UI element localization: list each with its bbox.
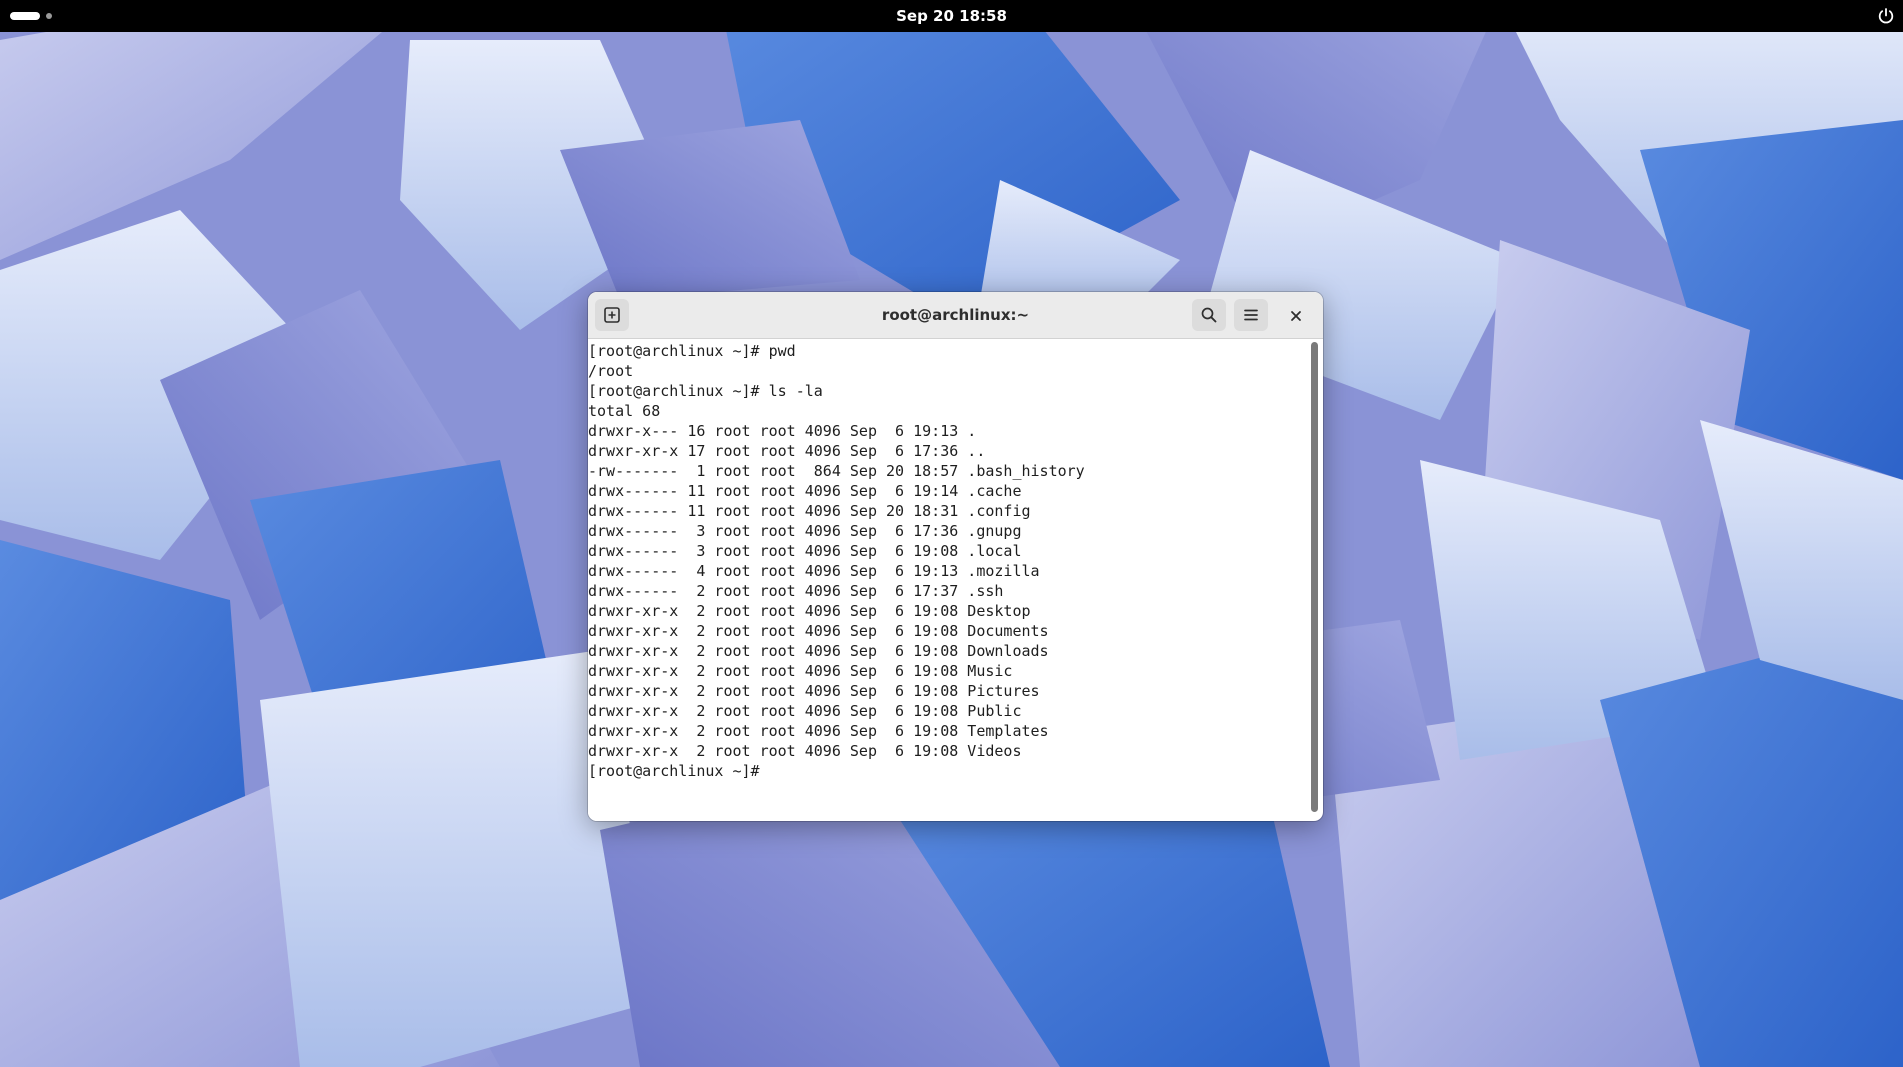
text-cursor [769, 762, 778, 779]
terminal-line: -rw------- 1 root root 864 Sep 20 18:57 … [588, 462, 1085, 480]
close-icon [1291, 311, 1301, 321]
hamburger-menu-icon [1244, 309, 1258, 321]
main-menu-button[interactable] [1234, 299, 1268, 331]
close-button[interactable] [1284, 304, 1308, 328]
terminal-prompt: [root@archlinux ~]# [588, 762, 769, 780]
workspace-dot-icon [46, 13, 52, 19]
search-button[interactable] [1192, 299, 1226, 331]
terminal-line: drwxr-xr-x 2 root root 4096 Sep 6 19:08 … [588, 602, 1031, 620]
terminal-line: /root [588, 362, 634, 380]
terminal-line: drwxr-x--- 16 root root 4096 Sep 6 19:13… [588, 422, 977, 440]
terminal-text: [root@archlinux ~]# pwd/root [root@archli… [588, 339, 1308, 781]
clock-container: Sep 20 18:58 [0, 0, 1903, 32]
terminal-line: drwx------ 11 root root 4096 Sep 20 18:3… [588, 502, 1031, 520]
terminal-line: total 68 [588, 402, 661, 420]
terminal-line: drwxr-xr-x 2 root root 4096 Sep 6 19:08 … [588, 702, 1022, 720]
terminal-line: [root@archlinux ~]# pwd [588, 342, 796, 360]
workspace-indicator-icon [10, 12, 40, 20]
terminal-line: drwxr-xr-x 2 root root 4096 Sep 6 19:08 … [588, 662, 1013, 680]
terminal-line: [root@archlinux ~]# ls -la [588, 382, 823, 400]
terminal-line: drwx------ 3 root root 4096 Sep 6 17:36 … [588, 522, 1022, 540]
terminal-line: drwx------ 2 root root 4096 Sep 6 17:37 … [588, 582, 1004, 600]
new-tab-icon [604, 307, 620, 323]
terminal-line: drwxr-xr-x 2 root root 4096 Sep 6 19:08 … [588, 622, 1049, 640]
terminal-line: drwx------ 11 root root 4096 Sep 6 19:14… [588, 482, 1022, 500]
date-time[interactable]: Sep 20 18:58 [896, 7, 1007, 25]
terminal-output[interactable]: [root@archlinux ~]# pwd/root [root@archli… [588, 339, 1308, 821]
terminal-line: drwxr-xr-x 2 root root 4096 Sep 6 19:08 … [588, 722, 1049, 740]
terminal-scrollbar[interactable] [1311, 342, 1318, 812]
terminal-line: drwxr-xr-x 2 root root 4096 Sep 6 19:08 … [588, 642, 1049, 660]
top-bar: Sep 20 18:58 [0, 0, 1903, 32]
terminal-window: root@archlinux:~ [root@archlinux ~]# pwd… [588, 292, 1323, 821]
terminal-line: drwxr-xr-x 17 root root 4096 Sep 6 17:36… [588, 442, 986, 460]
search-icon [1201, 307, 1217, 323]
window-title: root@archlinux:~ [881, 306, 1030, 324]
header-bar[interactable]: root@archlinux:~ [588, 292, 1323, 339]
terminal-line: drwxr-xr-x 2 root root 4096 Sep 6 19:08 … [588, 682, 1040, 700]
terminal-line: drwx------ 3 root root 4096 Sep 6 19:08 … [588, 542, 1022, 560]
power-icon[interactable] [1877, 7, 1895, 25]
new-tab-button[interactable] [595, 299, 629, 331]
terminal-line: drwxr-xr-x 2 root root 4096 Sep 6 19:08 … [588, 742, 1022, 760]
terminal-prompt-line: [root@archlinux ~]# [588, 761, 1308, 781]
terminal-line: drwx------ 4 root root 4096 Sep 6 19:13 … [588, 562, 1040, 580]
activities-button[interactable] [10, 12, 52, 20]
